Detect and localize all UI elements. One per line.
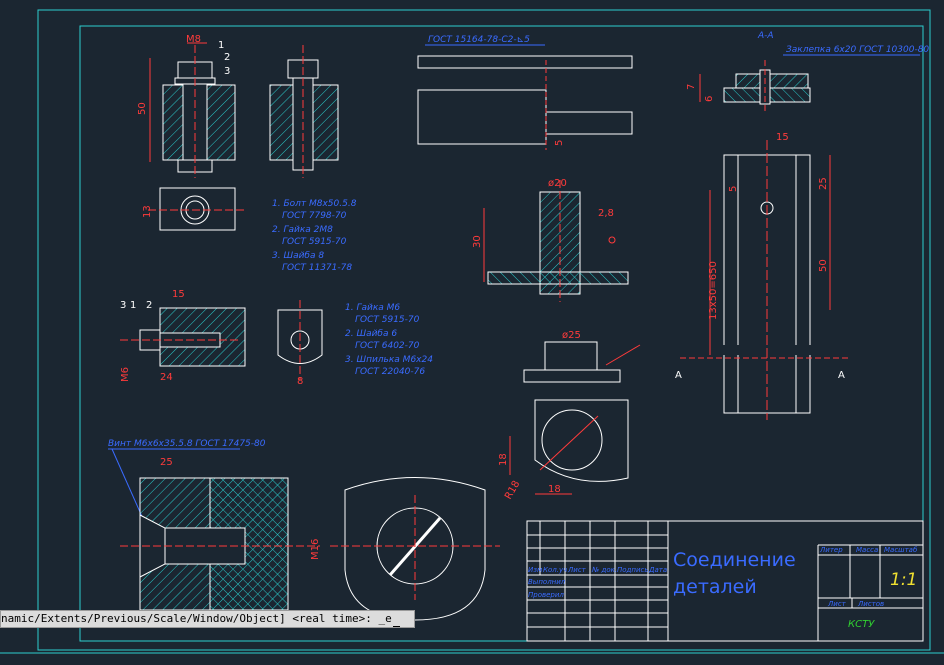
header-date: Дата: [648, 566, 667, 574]
massa-label: Масса: [856, 546, 878, 554]
dim-15: 15: [172, 289, 185, 300]
drawing-title-2: деталей: [673, 576, 757, 598]
rivet-section: [699, 60, 811, 112]
weld-plates: [417, 55, 633, 150]
callout-2: 2: [224, 52, 230, 63]
dim-15b: 15: [776, 132, 789, 143]
dim-24: 24: [160, 372, 173, 383]
header-kol: Кол.уч: [543, 566, 567, 574]
header-izm: Изм: [528, 566, 543, 574]
dim-6: 6: [704, 96, 715, 102]
stud-top-view: [277, 300, 323, 380]
spec2-line: ГОСТ 22040-76: [355, 367, 425, 377]
spec2-line: 3. Шпилька М6х24: [345, 355, 433, 365]
litera-label: Литер: [819, 546, 843, 554]
spec1-line: ГОСТ 11371-78: [282, 263, 352, 273]
org-label: КСТУ: [848, 619, 875, 630]
bolt-joint-view2: [269, 45, 339, 178]
gost-weld-label: ГОСТ 15164-78-С2-⊾5: [428, 35, 530, 45]
bolt-joint-section: [149, 42, 236, 178]
callout-2b: 2: [146, 300, 152, 311]
drawing-canvas[interactable]: М8 50 1 2 3 13 1. Болт М8х50.5.8 ГОСТ 77…: [0, 0, 944, 665]
dim-13: 13: [142, 205, 153, 218]
callout-1: 1: [218, 40, 224, 51]
spec2-line: 2. Шайба 6: [345, 329, 397, 339]
drawing-title-1: Соединение: [673, 549, 796, 571]
screw-top-view: [330, 477, 500, 621]
dim-50b: 50: [818, 259, 829, 272]
spec1-line: 1. Болт М8х50.5.8: [272, 199, 357, 209]
row-executed: Выполнил: [528, 578, 566, 586]
spec1-line: 2. Гайка 2М8: [272, 225, 333, 235]
dim-m6: М6: [120, 367, 131, 382]
dim-7: 7: [686, 84, 697, 90]
dim-650: 13х50=650: [708, 261, 719, 320]
rivet-label: Заклепка 6х20 ГОСТ 10300-80: [786, 45, 929, 55]
pin-joint: [483, 180, 629, 302]
scale-value: 1:1: [890, 570, 917, 590]
stud-joint-section: [120, 307, 246, 367]
command-line-text: namic/Extents/Previous/Scale/Window/Obje…: [1, 612, 392, 625]
section-label: А-А: [757, 31, 774, 41]
dim-d25: ø25: [562, 330, 581, 341]
row-checked: Проверил: [528, 591, 564, 599]
dim-m8: М8: [186, 34, 201, 45]
screw-label: Винт М6х6хЗ5.5.8 ГОСТ 17475-80: [108, 439, 266, 449]
spec2-line: ГОСТ 5915-70: [355, 315, 420, 325]
dim-5b: 5: [728, 186, 739, 192]
callout-3: 3: [224, 66, 230, 77]
rivet-head: [523, 341, 641, 383]
dim-8: 8: [297, 376, 303, 387]
dim-d20: ø20: [548, 178, 567, 189]
text-cursor: [392, 626, 400, 627]
header-sign: Подпись: [617, 566, 649, 574]
listov-label: Листов: [857, 600, 884, 608]
callout-3b: 3: [120, 300, 126, 311]
spec2-line: 1. Гайка М6: [345, 303, 400, 313]
section-mark-left: А: [675, 370, 682, 381]
bolt-top-view: [148, 187, 245, 231]
spec2-line: ГОСТ 6402-70: [355, 341, 420, 351]
dim-r18: R18: [503, 479, 522, 502]
dim-2-8: 2,8: [598, 208, 614, 219]
dim-50: 50: [137, 102, 148, 115]
spec1-line: ГОСТ 7798-70: [282, 211, 347, 221]
command-line[interactable]: namic/Extents/Previous/Scale/Window/Obje…: [0, 610, 415, 628]
spec1-line: ГОСТ 5915-70: [282, 237, 347, 247]
spec1-line: 3. Шайба 8: [272, 251, 324, 261]
bracket-view: [509, 399, 629, 495]
dim-25c: 25: [818, 177, 829, 190]
dim-30: 30: [472, 235, 483, 248]
spec-list-1: 1. Болт М8х50.5.8 ГОСТ 7798-70 2. Гайка …: [272, 199, 357, 273]
header-list: Лист: [567, 566, 587, 574]
dim-25: 25: [160, 457, 173, 468]
callout-1b: 1: [130, 300, 136, 311]
dim-18b: 18: [548, 484, 561, 495]
dim-5a: 5: [554, 140, 565, 146]
list-label: Лист: [827, 600, 847, 608]
section-mark-right: А: [838, 370, 845, 381]
screw-joint-section: [120, 477, 320, 611]
header-doc: № док.: [591, 566, 617, 574]
spec-list-2: 1. Гайка М6 ГОСТ 5915-70 2. Шайба 6 ГОСТ…: [345, 303, 433, 377]
dim-18a: 18: [498, 453, 509, 466]
dim-m16: М16: [310, 539, 321, 560]
masshtab-label: Масштаб: [884, 546, 918, 554]
